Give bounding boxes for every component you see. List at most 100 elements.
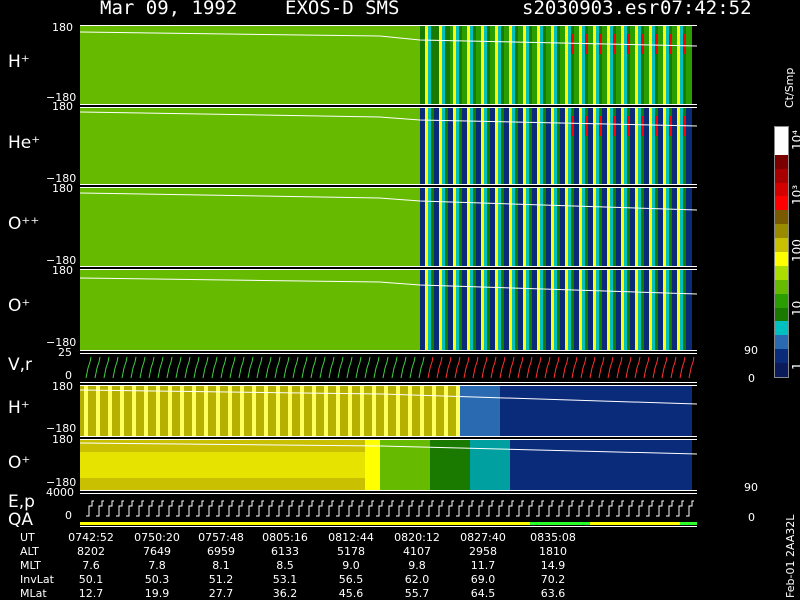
spectrogram-stripe	[529, 188, 532, 266]
energy-step	[366, 500, 374, 517]
energy-bar	[156, 386, 160, 436]
velocity-tick	[508, 356, 515, 379]
table-cell: 11.7	[470, 559, 496, 572]
panel-label: V,r	[8, 355, 33, 375]
velocity-tick	[400, 356, 407, 379]
colorbar-swatch	[775, 279, 788, 294]
spectrogram-stripe	[428, 270, 431, 350]
velocity-tick	[310, 356, 317, 379]
spectrogram-stripe	[428, 188, 431, 266]
spectrogram-stripe	[593, 26, 596, 104]
energy-step	[566, 500, 574, 517]
energy-step	[236, 500, 244, 517]
colorbar-tick: 10³	[790, 184, 800, 205]
spectrogram-stripe	[585, 188, 588, 266]
table-cell: 7.8	[148, 559, 166, 572]
spectrogram-stripe	[473, 26, 476, 104]
energy-step	[126, 500, 134, 517]
spectrogram-stripe	[537, 188, 540, 266]
spectrogram-stripe	[467, 108, 470, 184]
spectrogram-stripe	[540, 108, 543, 184]
velocity-tick	[130, 356, 137, 379]
spectrogram-stripe	[579, 188, 582, 266]
energy-step	[296, 500, 304, 517]
velocity-tick	[490, 356, 497, 379]
spectrogram-stripe	[459, 108, 462, 184]
energy-step	[136, 500, 144, 517]
spectrogram-stripe	[571, 34, 574, 54]
spectrogram-stripe	[565, 270, 568, 350]
spectrogram-stripe	[607, 188, 610, 266]
spectrogram-stripe	[652, 188, 655, 266]
panel-velocity-r	[80, 353, 697, 383]
spectrogram-stripe	[501, 188, 504, 266]
spectrogram-stripe	[666, 26, 669, 104]
velocity-tick	[94, 356, 101, 379]
spectrogram-stripe	[481, 26, 484, 104]
spectrogram-stripe	[526, 270, 529, 350]
spectrogram-stripe	[473, 108, 476, 184]
panel-h-plus-energy	[80, 385, 697, 437]
energy-step	[576, 500, 584, 517]
table-cell: 0827:40	[460, 531, 506, 544]
spectrogram-stripe	[652, 270, 655, 350]
table-cell: 55.7	[404, 587, 430, 600]
table-cell: 45.6	[338, 587, 364, 600]
velocity-tick	[445, 356, 452, 379]
energy-step	[206, 500, 214, 517]
spectrogram-stripe	[607, 270, 610, 350]
velocity-tick	[256, 356, 263, 379]
velocity-tick	[211, 356, 218, 379]
spectrogram-stripe	[680, 108, 683, 184]
spectrogram-stripe	[543, 26, 546, 104]
spectrogram-stripe	[467, 26, 470, 104]
spectrogram-stripe	[425, 108, 428, 184]
energy-step	[116, 500, 124, 517]
velocity-tick	[481, 356, 488, 379]
spectrogram-stripe	[655, 188, 658, 266]
energy-bar	[456, 386, 460, 436]
spectrogram-stripe	[663, 270, 666, 350]
energy-bar	[276, 386, 280, 436]
spectrogram-stripe	[439, 26, 442, 104]
table-cell: 6133	[271, 545, 299, 558]
energy-step	[686, 500, 694, 517]
spectrogram-stripe	[666, 270, 669, 350]
spectrogram-stripe	[487, 108, 490, 184]
y-tick: 25	[58, 346, 72, 359]
velocity-tick	[364, 356, 371, 379]
energy-bar	[252, 386, 256, 436]
spectrogram-stripe	[599, 270, 602, 350]
energy-step	[186, 500, 194, 517]
colorbar-swatch	[775, 252, 788, 266]
colorbar-swatch	[775, 335, 788, 350]
velocity-tick	[373, 356, 380, 379]
energy-bar	[120, 386, 124, 436]
spectrogram-stripe	[470, 270, 473, 350]
spectrogram-stripe	[467, 188, 470, 266]
spectrogram-stripe	[523, 270, 526, 350]
velocity-tick	[499, 356, 506, 379]
energy-step	[346, 500, 354, 517]
spectrogram-stripe	[554, 108, 557, 184]
colorbar-swatch	[775, 210, 788, 225]
spectrogram-stripe	[470, 108, 473, 184]
spectrogram-stripe	[529, 26, 532, 104]
spectrogram-stripe	[540, 188, 543, 266]
spectrogram-stripe	[501, 270, 504, 350]
plot-time: 07:42:52	[660, 0, 752, 19]
energy-step	[176, 500, 184, 517]
energy-bar	[420, 386, 424, 436]
velocity-tick	[247, 356, 254, 379]
energy-bar	[192, 386, 196, 436]
spectrogram-stripe	[526, 188, 529, 266]
spectrogram-stripe	[467, 270, 470, 350]
spectrogram-stripe	[551, 26, 554, 104]
velocity-tick	[346, 356, 353, 379]
spectrogram-stripe	[635, 108, 638, 184]
velocity-tick	[463, 356, 470, 379]
velocity-tick	[184, 356, 191, 379]
spectrogram-stripe	[579, 270, 582, 350]
energy-bar	[396, 386, 400, 436]
spectrogram-stripe	[445, 108, 448, 184]
